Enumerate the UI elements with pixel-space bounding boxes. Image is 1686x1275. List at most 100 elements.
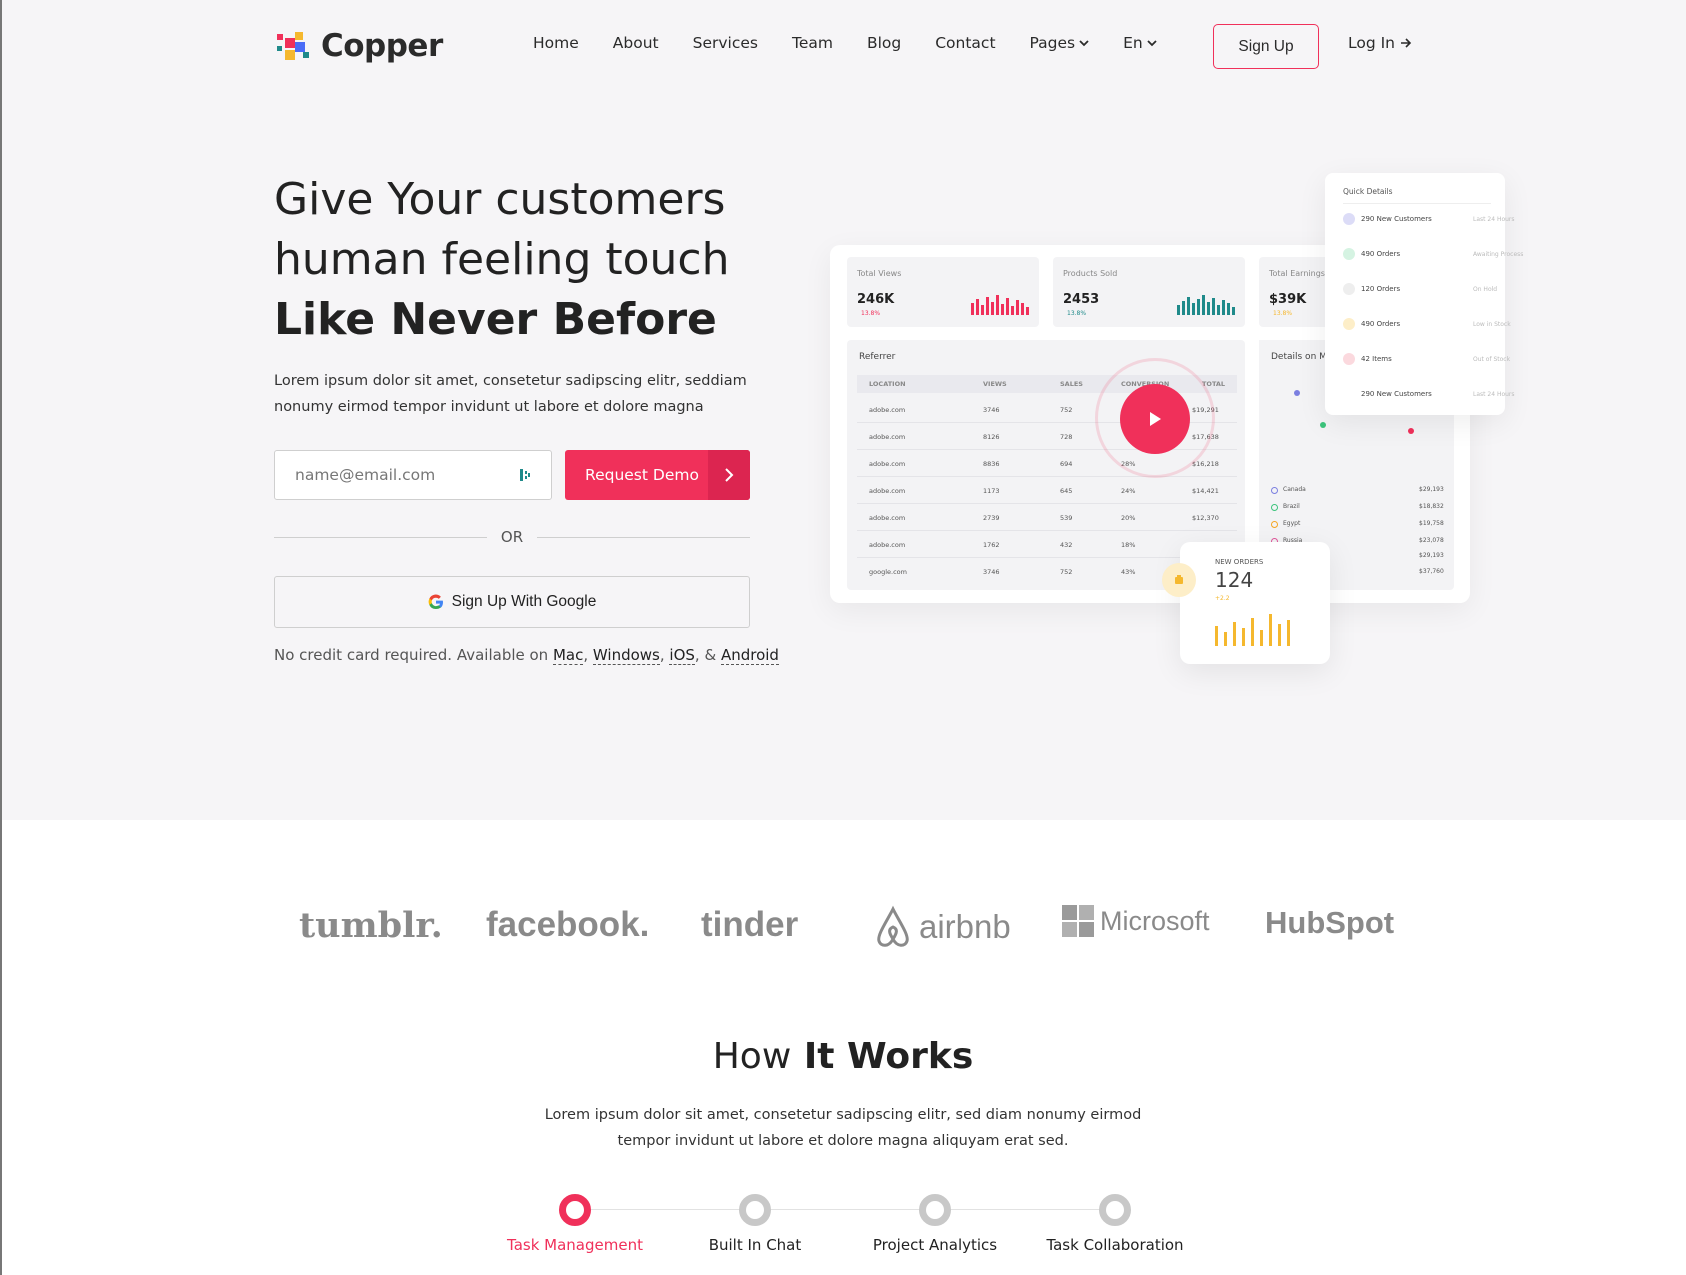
partner-name: airbnb: [919, 908, 1011, 945]
partner-logo-tinder: tinder: [701, 905, 798, 945]
how-title-light: How: [712, 1036, 792, 1077]
new-orders-delta: +2.2: [1215, 595, 1230, 602]
table-cell: 18%: [1121, 541, 1136, 549]
login-label: Log In: [1348, 34, 1396, 52]
quick-detail-row: 490 Orders Low in Stock: [1343, 318, 1511, 330]
nav-home-label: Home: [533, 34, 579, 52]
nav-language-dropdown[interactable]: En: [1123, 34, 1157, 52]
login-link[interactable]: Log In: [1348, 34, 1412, 52]
status-icon: [1343, 318, 1355, 330]
password-manager-icon[interactable]: [519, 467, 531, 483]
legend-dot: [1271, 487, 1278, 494]
partner-name: tumblr.: [299, 905, 443, 946]
table-cell: adobe.com: [869, 406, 906, 414]
email-field[interactable]: name@email.com: [274, 450, 552, 500]
quick-details-title: Quick Details: [1343, 187, 1393, 196]
legend-dot: [1271, 504, 1278, 511]
table-cell: adobe.com: [869, 433, 906, 441]
step-project-analytics[interactable]: Project Analytics: [845, 1194, 1025, 1254]
platform-link-ios[interactable]: iOS: [669, 646, 695, 665]
quick-detail-status: Last 24 Hours: [1473, 390, 1515, 398]
table-cell: 3746: [983, 568, 1000, 576]
new-orders-value: 124: [1215, 568, 1254, 592]
brand-logo[interactable]: Copper: [275, 28, 443, 64]
main-nav: Home About Services Team Blog Contact Pa…: [533, 34, 1191, 52]
table-cell: adobe.com: [869, 514, 906, 522]
table-cell: adobe.com: [869, 541, 906, 549]
table-cell: 728: [1060, 433, 1073, 441]
how-title-bold: It Works: [803, 1036, 974, 1077]
nav-contact[interactable]: Contact: [935, 34, 995, 52]
or-divider: OR: [274, 528, 751, 546]
nav-home[interactable]: Home: [533, 34, 579, 52]
row-divider: [857, 530, 1237, 531]
step-built-in-chat[interactable]: Built In Chat: [665, 1194, 845, 1254]
google-signup-button[interactable]: Sign Up With Google: [274, 576, 750, 628]
country-name: Canada: [1283, 486, 1306, 493]
nav-team[interactable]: Team: [792, 34, 833, 52]
arrow-right-icon: [1401, 38, 1412, 48]
stat-label: Total Views: [857, 269, 902, 278]
platform-link-windows[interactable]: Windows: [592, 646, 660, 665]
hero-line-2: human feeling touch: [274, 234, 730, 285]
stat-card-products: Products Sold 2453 13.8%: [1053, 257, 1245, 327]
country-value: $29,193: [1419, 486, 1444, 493]
step-marker: [739, 1194, 771, 1226]
stat-label: Total Earnings: [1269, 269, 1325, 278]
step-marker: [1099, 1194, 1131, 1226]
quick-detail-status: On Hold: [1473, 285, 1498, 293]
partner-logo-hubspot: HubSpot: [1265, 905, 1394, 941]
country-value: $19,758: [1419, 520, 1444, 527]
table-cell: 24%: [1121, 487, 1136, 495]
quick-detail-row: 490 Orders Awaiting Process: [1343, 248, 1523, 260]
step-marker: [559, 1194, 591, 1226]
quick-detail-row: 120 Orders On Hold: [1343, 283, 1497, 295]
request-demo-label: Request Demo: [585, 466, 699, 484]
table-cell: adobe.com: [869, 487, 906, 495]
table-cell: 1173: [983, 487, 1000, 495]
stat-value: $39K: [1269, 292, 1307, 307]
status-icon: [1343, 283, 1355, 295]
note-prefix: No credit card required. Available on: [274, 646, 549, 664]
stat-delta: 13.8%: [1273, 310, 1293, 317]
table-cell: $14,421: [1192, 487, 1219, 495]
table-cell: 43%: [1121, 568, 1136, 576]
table-cell: 8836: [983, 460, 1000, 468]
table-cell: 752: [1060, 568, 1073, 576]
nav-blog[interactable]: Blog: [867, 34, 901, 52]
status-icon: [1343, 248, 1355, 260]
microsoft-icon: [1062, 905, 1094, 937]
google-icon: [428, 594, 443, 610]
stat-delta: 13.8%: [861, 310, 881, 317]
play-video-button[interactable]: [1120, 384, 1190, 454]
play-icon: [1150, 412, 1161, 426]
table-cell: 539: [1060, 514, 1073, 522]
step-task-management[interactable]: Task Management: [485, 1194, 665, 1254]
country-extra-value: $37,760: [1419, 568, 1444, 575]
quick-detail-text: 290 New Customers: [1361, 215, 1432, 223]
platform-link-android[interactable]: Android: [720, 646, 779, 665]
country-extra-value: $29,193: [1419, 552, 1444, 559]
details-title: Details on M: [1271, 352, 1327, 362]
email-placeholder: name@email.com: [295, 466, 436, 484]
table-cell: 1762: [983, 541, 1000, 549]
table-cell: 645: [1060, 487, 1073, 495]
nav-pages-dropdown[interactable]: Pages: [1030, 34, 1090, 52]
request-demo-button[interactable]: Request Demo: [565, 450, 750, 500]
availability-note: No credit card required. Available on Ma…: [274, 646, 779, 665]
quick-detail-text: 490 Orders: [1361, 320, 1401, 328]
partner-name: Microsoft: [1100, 905, 1210, 936]
coin-icon: [1162, 563, 1196, 597]
hero-headline: Give Your customers human feeling touch …: [274, 170, 730, 350]
status-icon: [1343, 353, 1355, 365]
step-label: Task Management: [507, 1236, 643, 1254]
nav-about[interactable]: About: [613, 34, 659, 52]
signup-button[interactable]: Sign Up: [1213, 24, 1319, 69]
platform-link-mac[interactable]: Mac: [552, 646, 584, 665]
step-task-collaboration[interactable]: Task Collaboration: [1025, 1194, 1205, 1254]
nav-services[interactable]: Services: [693, 34, 758, 52]
table-cell: adobe.com: [869, 460, 906, 468]
bar-sparkline: [971, 295, 1029, 315]
quick-detail-status: Low in Stock: [1473, 320, 1511, 328]
logo-mark-icon: [277, 32, 309, 60]
